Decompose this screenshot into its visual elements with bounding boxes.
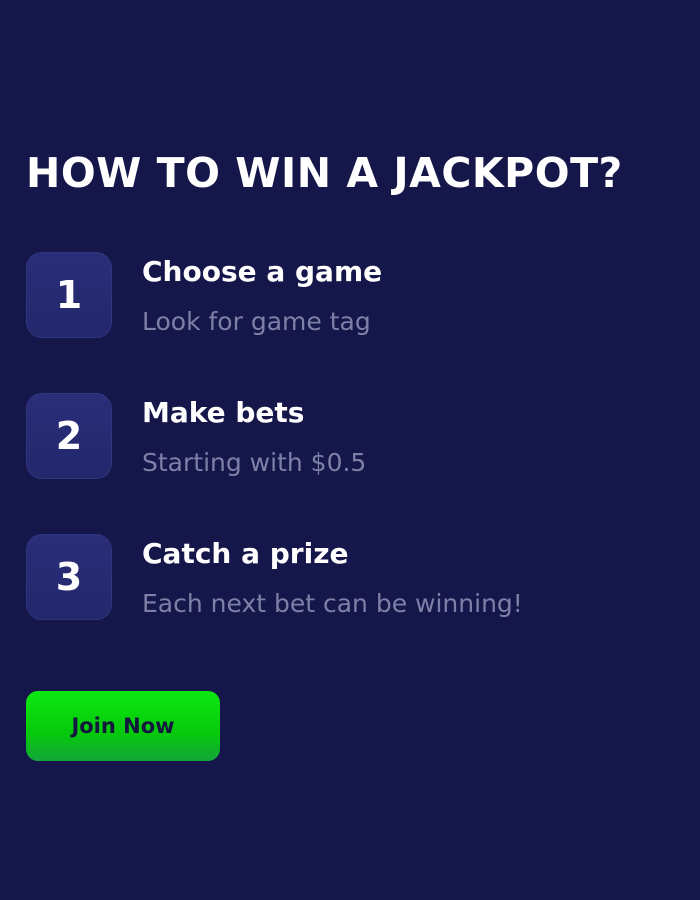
step-number-badge: 3 — [26, 534, 112, 620]
step-title: Catch a prize — [142, 537, 349, 570]
step-subtitle: Look for game tag — [142, 307, 371, 336]
step-subtitle: Each next bet can be winning! — [142, 589, 523, 618]
step-title: Choose a game — [142, 255, 383, 288]
page-title: HOW TO WIN A JACKPOT? — [26, 149, 623, 197]
step-item-choose-game: 1 Choose a game Look for game tag — [26, 252, 666, 342]
join-now-button[interactable]: Join Now — [26, 691, 220, 761]
step-item-catch-prize: 3 Catch a prize Each next bet can be win… — [26, 534, 666, 624]
step-subtitle: Starting with $0.5 — [142, 448, 367, 477]
step-item-make-bets: 2 Make bets Starting with $0.5 — [26, 393, 666, 483]
step-number-badge: 1 — [26, 252, 112, 338]
step-title: Make bets — [142, 396, 305, 429]
step-number-badge: 2 — [26, 393, 112, 479]
